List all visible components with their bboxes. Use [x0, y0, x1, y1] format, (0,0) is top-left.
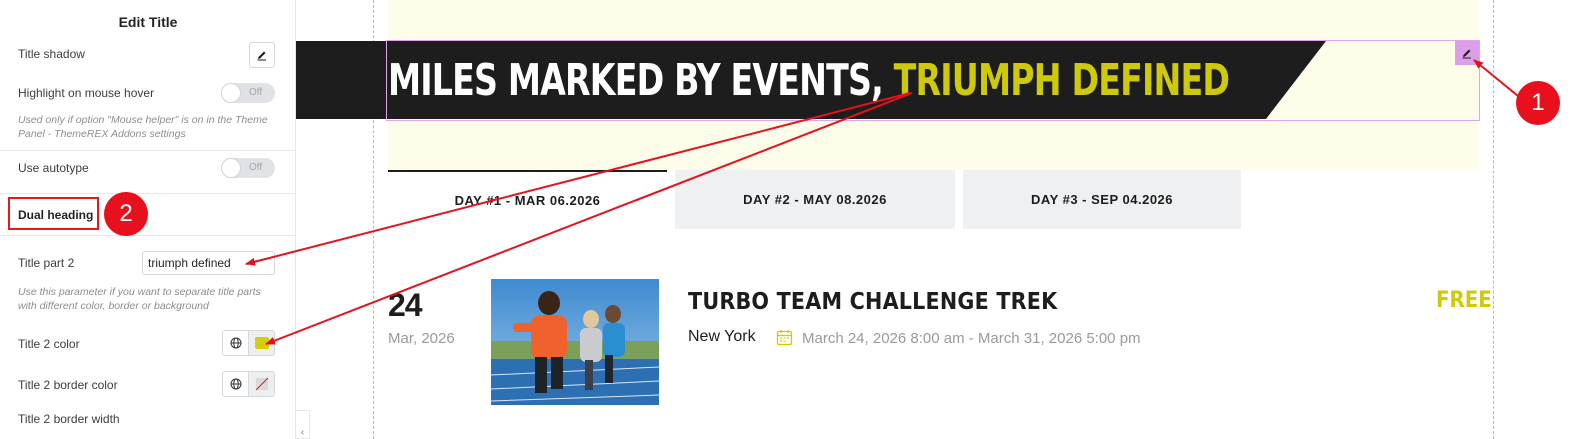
title-part2-note: Use this parameter if you want to separa… — [18, 286, 261, 312]
toggle-state: Off — [249, 162, 263, 173]
divider — [0, 193, 296, 194]
editor-panel: Edit Title Title shadow Highlight on mou… — [0, 0, 296, 439]
event-day: 24 — [388, 287, 423, 323]
event-image[interactable] — [491, 279, 659, 405]
title2-border-width-label: Title 2 border width — [18, 412, 120, 426]
event-month-year: Mar, 2026 — [388, 330, 455, 347]
event-city: New York — [688, 328, 756, 345]
toggle-knob — [222, 159, 240, 177]
highlight-hover-toggle[interactable]: Off — [221, 83, 275, 103]
widget-edit-button[interactable] — [1455, 41, 1479, 65]
highlight-note: Used only if option "Mouse helper" is on… — [18, 114, 268, 140]
toggle-state: Off — [249, 87, 263, 98]
title-shadow-label: Title shadow — [18, 47, 85, 61]
pencil-icon — [1462, 49, 1471, 59]
color-swatch — [254, 337, 269, 349]
tab-day-2[interactable]: DAY #2 - MAY 08.2026 — [675, 170, 955, 229]
global-colors-button[interactable] — [223, 372, 248, 396]
autotype-toggle[interactable]: Off — [221, 158, 275, 178]
event-title[interactable]: TURBO TEAM CHALLENGE TREK — [688, 289, 1057, 315]
tab-day-3[interactable]: DAY #3 - SEP 04.2026 — [963, 170, 1241, 229]
title2-border-color-control[interactable] — [222, 371, 275, 397]
title2-color-control[interactable] — [222, 330, 275, 356]
global-colors-button[interactable] — [223, 331, 248, 355]
no-color-icon — [255, 377, 269, 391]
divider — [0, 150, 296, 151]
title2-color-label: Title 2 color — [18, 337, 80, 351]
callout-badge-2: 2 — [104, 192, 148, 236]
globe-icon — [230, 337, 242, 349]
globe-icon — [230, 378, 242, 390]
title2-border-color-label: Title 2 border color — [18, 378, 118, 392]
arrow-to-edit-button — [1473, 59, 1519, 97]
hero-heading: MILES MARKED BY EVENTS, TRIUMPH DEFINED — [388, 49, 1230, 113]
color-picker-button[interactable] — [248, 331, 274, 355]
toggle-knob — [222, 84, 240, 102]
panel-collapse-tab[interactable]: ‹ — [296, 410, 310, 439]
title-shadow-edit-button[interactable] — [249, 42, 275, 68]
pencil-icon — [257, 51, 266, 61]
heading-part-2: TRIUMPH DEFINED — [893, 55, 1230, 106]
callout-badge-1: 1 — [1516, 81, 1560, 125]
heading-part-1: MILES MARKED BY EVENTS, — [388, 55, 884, 106]
event-dates: March 24, 2026 8:00 am - March 31, 2026 … — [802, 330, 1141, 347]
divider — [0, 235, 296, 236]
color-picker-button[interactable] — [248, 372, 274, 396]
calendar-icon — [776, 329, 793, 351]
event-price: FREE — [1436, 288, 1492, 313]
runners-photo-icon — [491, 279, 659, 405]
column-guide — [1493, 0, 1494, 439]
page-root: Edit Title Title shadow Highlight on mou… — [0, 0, 1582, 439]
autotype-label: Use autotype — [18, 161, 89, 175]
callout-box-dual-heading — [8, 197, 99, 230]
tab-day-1[interactable]: DAY #1 - MAR 06.2026 — [388, 170, 667, 229]
title-part2-input[interactable]: triumph defined — [142, 251, 275, 275]
highlight-hover-label: Highlight on mouse hover — [18, 86, 155, 100]
title-part2-label: Title part 2 — [18, 256, 75, 270]
panel-title: Edit Title — [118, 14, 178, 30]
